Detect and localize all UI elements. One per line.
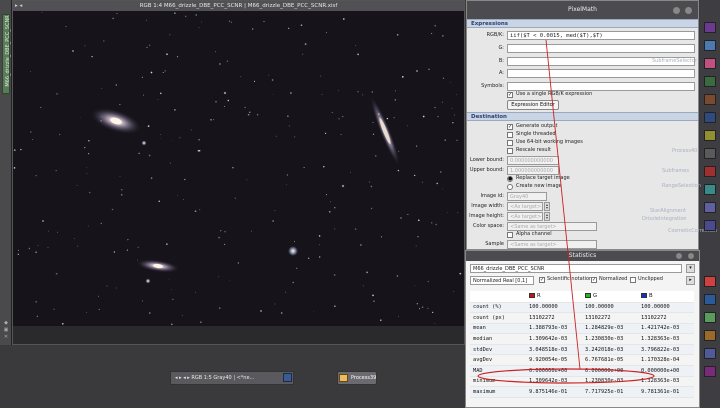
- toolbar-process-icon[interactable]: [704, 112, 716, 123]
- toolbar-process-icon[interactable]: [704, 276, 716, 287]
- toolbar-process-icon[interactable]: [704, 366, 716, 377]
- toolbar-process-icon[interactable]: [704, 76, 716, 87]
- toolbar-process-icon[interactable]: [704, 94, 716, 105]
- toolbar-process-icon[interactable]: [704, 312, 716, 323]
- toolbar-process-icon[interactable]: [704, 184, 716, 195]
- toolbar-process-icon[interactable]: [704, 202, 716, 213]
- toolbar-process-icon[interactable]: [704, 348, 716, 359]
- toolbar-process-icon[interactable]: [704, 40, 716, 51]
- toolbar-process-icon[interactable]: [704, 220, 716, 231]
- toolbar-process-icon[interactable]: [704, 58, 716, 69]
- toolbar-process-icon[interactable]: [704, 130, 716, 141]
- annotation-minimum-row-circle: [477, 368, 655, 384]
- toolbar-process-icon[interactable]: [704, 294, 716, 305]
- annotation-overlay: [477, 39, 655, 384]
- toolbar-process-icon[interactable]: [704, 22, 716, 33]
- toolbar-process-icon[interactable]: [704, 330, 716, 341]
- toolbar-process-icon[interactable]: [704, 148, 716, 159]
- annotation-arrow-line: [545, 39, 581, 370]
- toolbar-process-icon[interactable]: [704, 166, 716, 177]
